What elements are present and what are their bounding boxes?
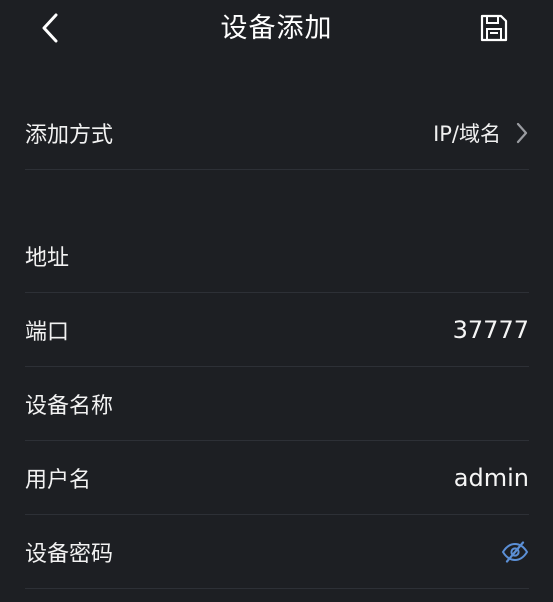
device-name-label: 设备名称 (25, 393, 114, 419)
password-visibility-toggle[interactable] (501, 540, 529, 563)
save-button[interactable] (474, 8, 514, 48)
add-method-value: IP/域名 (433, 122, 501, 146)
password-label: 设备密码 (25, 541, 114, 567)
address-row[interactable]: 地址 (0, 220, 553, 292)
username-field[interactable]: admin (454, 464, 529, 492)
divider (25, 588, 529, 589)
top-bar: 设备添加 (0, 0, 553, 60)
port-row[interactable]: 端口 37777 (0, 293, 553, 366)
page-title: 设备添加 (220, 13, 333, 44)
divider (25, 169, 529, 170)
add-method-label: 添加方式 (25, 123, 114, 148)
floppy-disk-icon (480, 14, 508, 42)
device-name-row[interactable]: 设备名称 (0, 367, 553, 440)
password-row[interactable]: 设备密码 (0, 515, 553, 588)
chevron-right-icon (516, 122, 528, 144)
port-field[interactable]: 37777 (453, 316, 529, 344)
add-method-row[interactable]: 添加方式 IP/域名 (0, 97, 553, 169)
username-row[interactable]: 用户名 admin (0, 441, 553, 514)
port-label: 端口 (25, 319, 70, 345)
eye-off-icon (501, 540, 529, 563)
username-label: 用户名 (25, 467, 92, 493)
address-label: 地址 (25, 246, 70, 271)
